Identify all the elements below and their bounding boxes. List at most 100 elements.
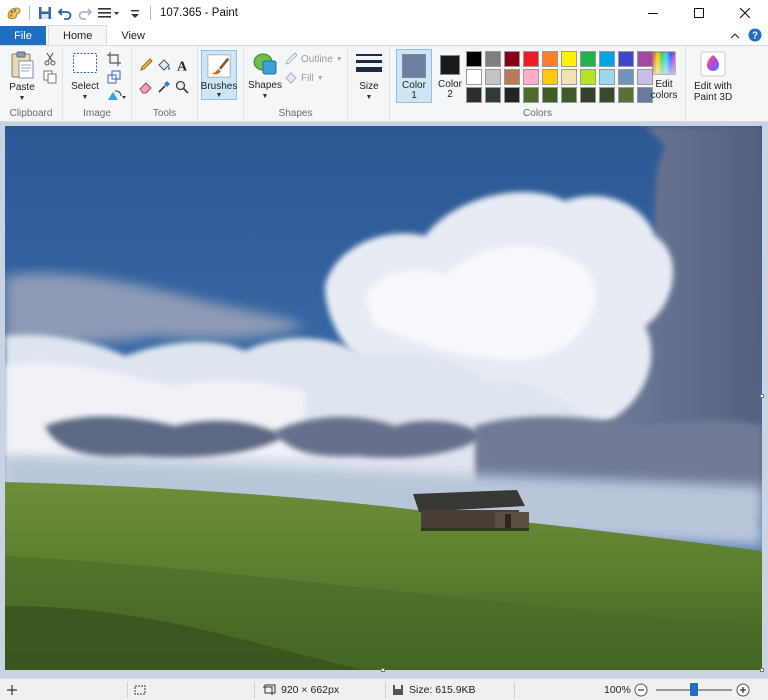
eraser-icon[interactable] <box>138 79 154 95</box>
resize-handle-right[interactable] <box>760 394 764 398</box>
rotate-icon[interactable] <box>106 87 128 103</box>
color1-swatch <box>402 54 426 78</box>
color2-button[interactable]: Color 2 <box>432 49 468 103</box>
palette-swatch[interactable] <box>561 69 577 85</box>
crop-icon[interactable] <box>106 51 122 67</box>
paste-button[interactable]: Paste ▼ <box>6 50 38 104</box>
palette-swatch[interactable] <box>580 87 596 103</box>
fill-icon <box>285 72 297 84</box>
minimize-icon[interactable] <box>630 0 676 26</box>
help-icon[interactable]: ? <box>748 28 762 45</box>
palette-swatch[interactable] <box>523 69 539 85</box>
selection-size-icon <box>133 679 147 700</box>
select-button[interactable]: Select ▼ <box>69 52 101 103</box>
zoom-slider-thumb[interactable] <box>690 683 698 696</box>
palette-swatch[interactable] <box>504 87 520 103</box>
size-button[interactable]: Size ▼ <box>352 52 386 103</box>
undo-icon[interactable] <box>57 5 73 21</box>
status-divider <box>127 682 128 698</box>
edit-colors-button[interactable]: Edit colors <box>646 51 682 101</box>
hut-drawing <box>413 490 529 531</box>
brushes-button[interactable]: Brushes ▼ <box>201 50 237 100</box>
status-divider <box>385 682 386 698</box>
brushes-dropdown-icon[interactable]: ▼ <box>216 92 223 99</box>
palette-swatch[interactable] <box>485 69 501 85</box>
palette-swatch[interactable] <box>561 51 577 67</box>
tab-home[interactable]: Home <box>48 25 108 45</box>
palette-swatch[interactable] <box>599 69 615 85</box>
text-icon[interactable]: A <box>174 57 190 73</box>
palette-swatch[interactable] <box>542 51 558 67</box>
zoom-in-icon[interactable] <box>736 679 750 700</box>
add-icon <box>6 679 18 700</box>
edit-colors-icon <box>652 51 676 75</box>
customize-menu-icon[interactable] <box>97 5 123 21</box>
zoom-out-icon[interactable] <box>634 679 648 700</box>
cut-icon[interactable] <box>42 51 58 67</box>
palette-swatch[interactable] <box>580 69 596 85</box>
image-group-label: Image <box>83 108 111 119</box>
tools-group: A Tools <box>132 46 198 122</box>
colors-group-label: Colors <box>523 108 552 119</box>
palette-swatch[interactable] <box>485 87 501 103</box>
paste-dropdown-icon[interactable]: ▼ <box>19 93 26 104</box>
size-dropdown-icon[interactable]: ▼ <box>366 92 373 103</box>
resize-handle-bottom[interactable] <box>381 668 385 672</box>
resize-icon[interactable] <box>106 69 122 85</box>
palette-swatch[interactable] <box>561 87 577 103</box>
image-group: Select ▼ Image <box>63 46 132 122</box>
palette-swatch[interactable] <box>618 87 634 103</box>
edit-with-paint3d-button[interactable]: Edit with Paint 3D <box>688 51 738 103</box>
shapes-dropdown-icon[interactable]: ▼ <box>262 91 269 102</box>
workspace <box>0 122 768 678</box>
select-dropdown-icon[interactable]: ▼ <box>82 92 89 103</box>
brushes-label: Brushes <box>200 81 238 92</box>
palette-swatch[interactable] <box>542 69 558 85</box>
paint3d-icon <box>700 51 726 77</box>
color1-button[interactable]: Color 1 <box>396 49 432 103</box>
qat-dropdown-icon[interactable] <box>127 5 143 21</box>
copy-icon[interactable] <box>42 69 58 85</box>
fill-button[interactable]: Fill ▼ <box>284 71 324 85</box>
palette-swatch[interactable] <box>466 51 482 67</box>
fill-bucket-icon[interactable] <box>156 57 172 73</box>
tools-group-label: Tools <box>152 108 177 119</box>
palette-swatch[interactable] <box>580 51 596 67</box>
tab-view[interactable]: View <box>107 26 159 45</box>
outline-button[interactable]: Outline ▼ <box>284 52 343 66</box>
image-canvas[interactable] <box>5 126 762 670</box>
shapes-button[interactable]: Shapes ▼ <box>248 51 282 102</box>
palette-swatch[interactable] <box>504 69 520 85</box>
paint-app-icon[interactable] <box>6 5 22 21</box>
palette-swatch[interactable] <box>599 87 615 103</box>
shapes-group: Shapes ▼ Outline ▼ Fill ▼ Shapes <box>244 46 348 122</box>
pencil-icon[interactable] <box>138 57 154 73</box>
palette-swatch[interactable] <box>485 51 501 67</box>
palette-swatch[interactable] <box>542 87 558 103</box>
brushes-group: Brushes ▼ <box>198 46 244 122</box>
title-bar: 107.365 - Paint <box>0 0 768 26</box>
palette-swatch[interactable] <box>599 51 615 67</box>
close-icon[interactable] <box>722 0 768 26</box>
zoom-level: 100% <box>604 679 631 700</box>
save-icon[interactable] <box>37 5 53 21</box>
magnifier-icon[interactable] <box>174 79 190 95</box>
color-picker-icon[interactable] <box>156 79 172 95</box>
palette-swatch[interactable] <box>523 87 539 103</box>
palette-swatch[interactable] <box>504 51 520 67</box>
redo-icon[interactable] <box>77 5 93 21</box>
maximize-icon[interactable] <box>676 0 722 26</box>
tab-file[interactable]: File <box>0 26 46 45</box>
dimensions-icon <box>263 684 276 695</box>
palette-swatch[interactable] <box>618 69 634 85</box>
quick-access-toolbar <box>0 0 154 26</box>
image-dimensions: 920 × 662px <box>262 679 339 700</box>
resize-handle-corner[interactable] <box>760 668 764 672</box>
color-palette <box>466 51 653 103</box>
palette-swatch[interactable] <box>466 69 482 85</box>
palette-swatch[interactable] <box>523 51 539 67</box>
collapse-ribbon-icon[interactable] <box>730 31 740 43</box>
paste-icon <box>11 51 34 79</box>
palette-swatch[interactable] <box>618 51 634 67</box>
palette-swatch[interactable] <box>466 87 482 103</box>
